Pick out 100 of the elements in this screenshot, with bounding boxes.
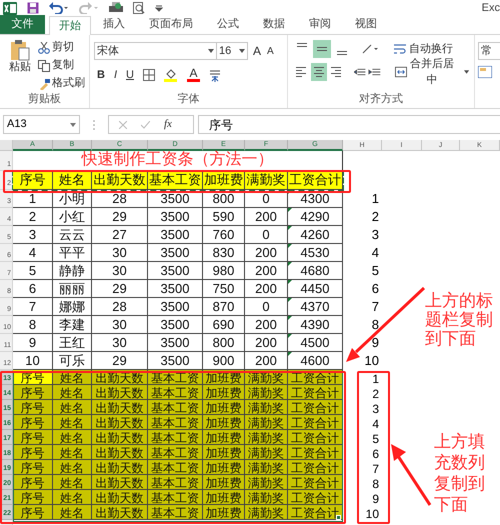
table-cell[interactable]: 加班费 (203, 171, 245, 190)
table-cell[interactable]: 序号 (13, 475, 53, 490)
table-cell[interactable]: 4 (372, 243, 379, 263)
table-cell[interactable]: 李建 (53, 316, 92, 334)
table-cell[interactable]: 2 (372, 388, 379, 400)
table-cell[interactable]: 28 (92, 298, 148, 316)
table-cell[interactable]: 5 (372, 433, 379, 445)
table-cell[interactable]: 满勤奖 (245, 385, 288, 400)
table-cell[interactable]: 满勤奖 (245, 460, 288, 475)
table-cell[interactable]: 工资合计 (288, 171, 343, 190)
table-cell[interactable]: 29 (92, 280, 148, 298)
number-format-dropdown[interactable]: 常 (478, 42, 500, 60)
ribbon-tab[interactable]: 插入 (91, 15, 137, 34)
wrap-text-button[interactable]: 自动换行 (393, 40, 453, 58)
table-cell[interactable]: 4680 (288, 262, 343, 280)
table-cell[interactable]: 姓名 (53, 505, 92, 520)
phonetic-icon[interactable] (208, 68, 221, 82)
table-cell[interactable]: 加班费 (203, 475, 245, 490)
table-cell[interactable]: 5 (372, 261, 379, 281)
table-cell[interactable]: 娜娜 (53, 298, 92, 316)
table-cell[interactable]: 4390 (288, 316, 343, 334)
indent-icons[interactable] (354, 66, 381, 78)
table-cell[interactable]: 基本工资 (148, 505, 203, 520)
table-cell[interactable]: 4260 (288, 226, 343, 244)
table-cell[interactable]: 出勤天数 (92, 505, 148, 520)
table-cell[interactable]: 序号 (13, 400, 53, 415)
table-cell[interactable]: 8 (372, 478, 379, 490)
table-cell[interactable]: 6 (372, 448, 379, 460)
table-cell[interactable]: 满勤奖 (245, 475, 288, 490)
magnifier-icon[interactable] (133, 2, 145, 14)
paste-button[interactable]: 粘贴 (6, 39, 34, 93)
table-cell[interactable]: 加班费 (203, 505, 245, 520)
table-cell[interactable]: 基本工资 (148, 430, 203, 445)
table-cell[interactable]: 3500 (148, 280, 203, 298)
table-cell[interactable]: 30 (92, 262, 148, 280)
table-cell[interactable]: 出勤天数 (92, 385, 148, 400)
table-cell[interactable]: 姓名 (53, 415, 92, 430)
table-cell[interactable]: 满勤奖 (245, 430, 288, 445)
table-cell[interactable]: 3500 (148, 244, 203, 262)
shrink-font-button[interactable]: A (267, 44, 274, 58)
table-cell[interactable]: 690 (203, 316, 245, 334)
table-cell[interactable]: 10 (366, 508, 379, 520)
table-cell[interactable]: 姓名 (53, 460, 92, 475)
table-cell[interactable]: 3500 (148, 190, 203, 208)
table-cell[interactable]: 序号 (13, 430, 53, 445)
table-cell[interactable]: 200 (245, 244, 288, 262)
table-cell[interactable]: 1 (372, 373, 379, 385)
table-cell[interactable]: 序号 (13, 460, 53, 475)
table-cell[interactable]: 出勤天数 (92, 445, 148, 460)
ribbon-tab[interactable]: 开始 (49, 16, 91, 35)
table-cell[interactable]: 0 (245, 226, 288, 244)
table-cell[interactable]: 工资合计 (288, 430, 343, 445)
table-cell[interactable]: 3 (372, 403, 379, 415)
ribbon-tab[interactable]: 审阅 (297, 15, 343, 34)
table-cell[interactable]: 静静 (53, 262, 92, 280)
table-cell[interactable]: 姓名 (53, 385, 92, 400)
table-cell[interactable]: 200 (245, 316, 288, 334)
table-cell[interactable]: 4370 (288, 298, 343, 316)
table-cell[interactable]: 工资合计 (288, 445, 343, 460)
table-cell[interactable]: 3500 (148, 226, 203, 244)
table-cell[interactable]: 姓名 (53, 430, 92, 445)
fill-color-icon[interactable] (164, 68, 178, 82)
table-cell[interactable]: 590 (203, 208, 245, 226)
orientation-icon[interactable] (361, 43, 379, 55)
table-cell[interactable]: 工资合计 (288, 505, 343, 520)
table-cell[interactable]: 出勤天数 (92, 475, 148, 490)
table-cell[interactable]: 3500 (148, 298, 203, 316)
table-cell[interactable]: 工资合计 (288, 400, 343, 415)
table-cell[interactable]: 200 (245, 280, 288, 298)
table-cell[interactable]: 姓名 (53, 475, 92, 490)
table-cell[interactable]: 出勤天数 (92, 430, 148, 445)
table-cell[interactable]: 工资合计 (288, 415, 343, 430)
table-cell[interactable]: 姓名 (53, 171, 92, 190)
table-cell[interactable]: 760 (203, 226, 245, 244)
table-cell[interactable]: 满勤奖 (245, 445, 288, 460)
table-cell[interactable]: 4290 (288, 208, 343, 226)
table-cell[interactable]: 4450 (288, 280, 343, 298)
table-cell[interactable]: 0 (245, 190, 288, 208)
bold-button[interactable]: B (97, 66, 105, 84)
table-cell[interactable]: 9 (372, 333, 379, 353)
table-cell[interactable]: 基本工资 (148, 415, 203, 430)
italic-button[interactable]: I (114, 66, 118, 84)
table-cell[interactable]: 3500 (148, 208, 203, 226)
table-cell[interactable]: 830 (203, 244, 245, 262)
font-size-dropdown[interactable]: 16 (217, 42, 248, 60)
merge-center-button[interactable]: 合并后居中 (394, 56, 469, 88)
table-cell[interactable]: 980 (203, 262, 245, 280)
clipboard-button[interactable]: 复制 (38, 58, 85, 73)
table-cell[interactable]: 加班费 (203, 490, 245, 505)
table-cell[interactable]: 基本工资 (148, 490, 203, 505)
table-cell[interactable]: 基本工资 (148, 460, 203, 475)
table-cell[interactable]: 750 (203, 280, 245, 298)
table-cell[interactable]: 序号 (13, 445, 53, 460)
table-cell[interactable]: 7 (13, 298, 53, 316)
table-cell[interactable]: 200 (245, 262, 288, 280)
table-cell[interactable]: 200 (245, 208, 288, 226)
borders-icon[interactable] (142, 69, 155, 81)
table-cell[interactable]: 平平 (53, 244, 92, 262)
table-cell[interactable]: 云云 (53, 226, 92, 244)
table-cell[interactable]: 出勤天数 (92, 460, 148, 475)
